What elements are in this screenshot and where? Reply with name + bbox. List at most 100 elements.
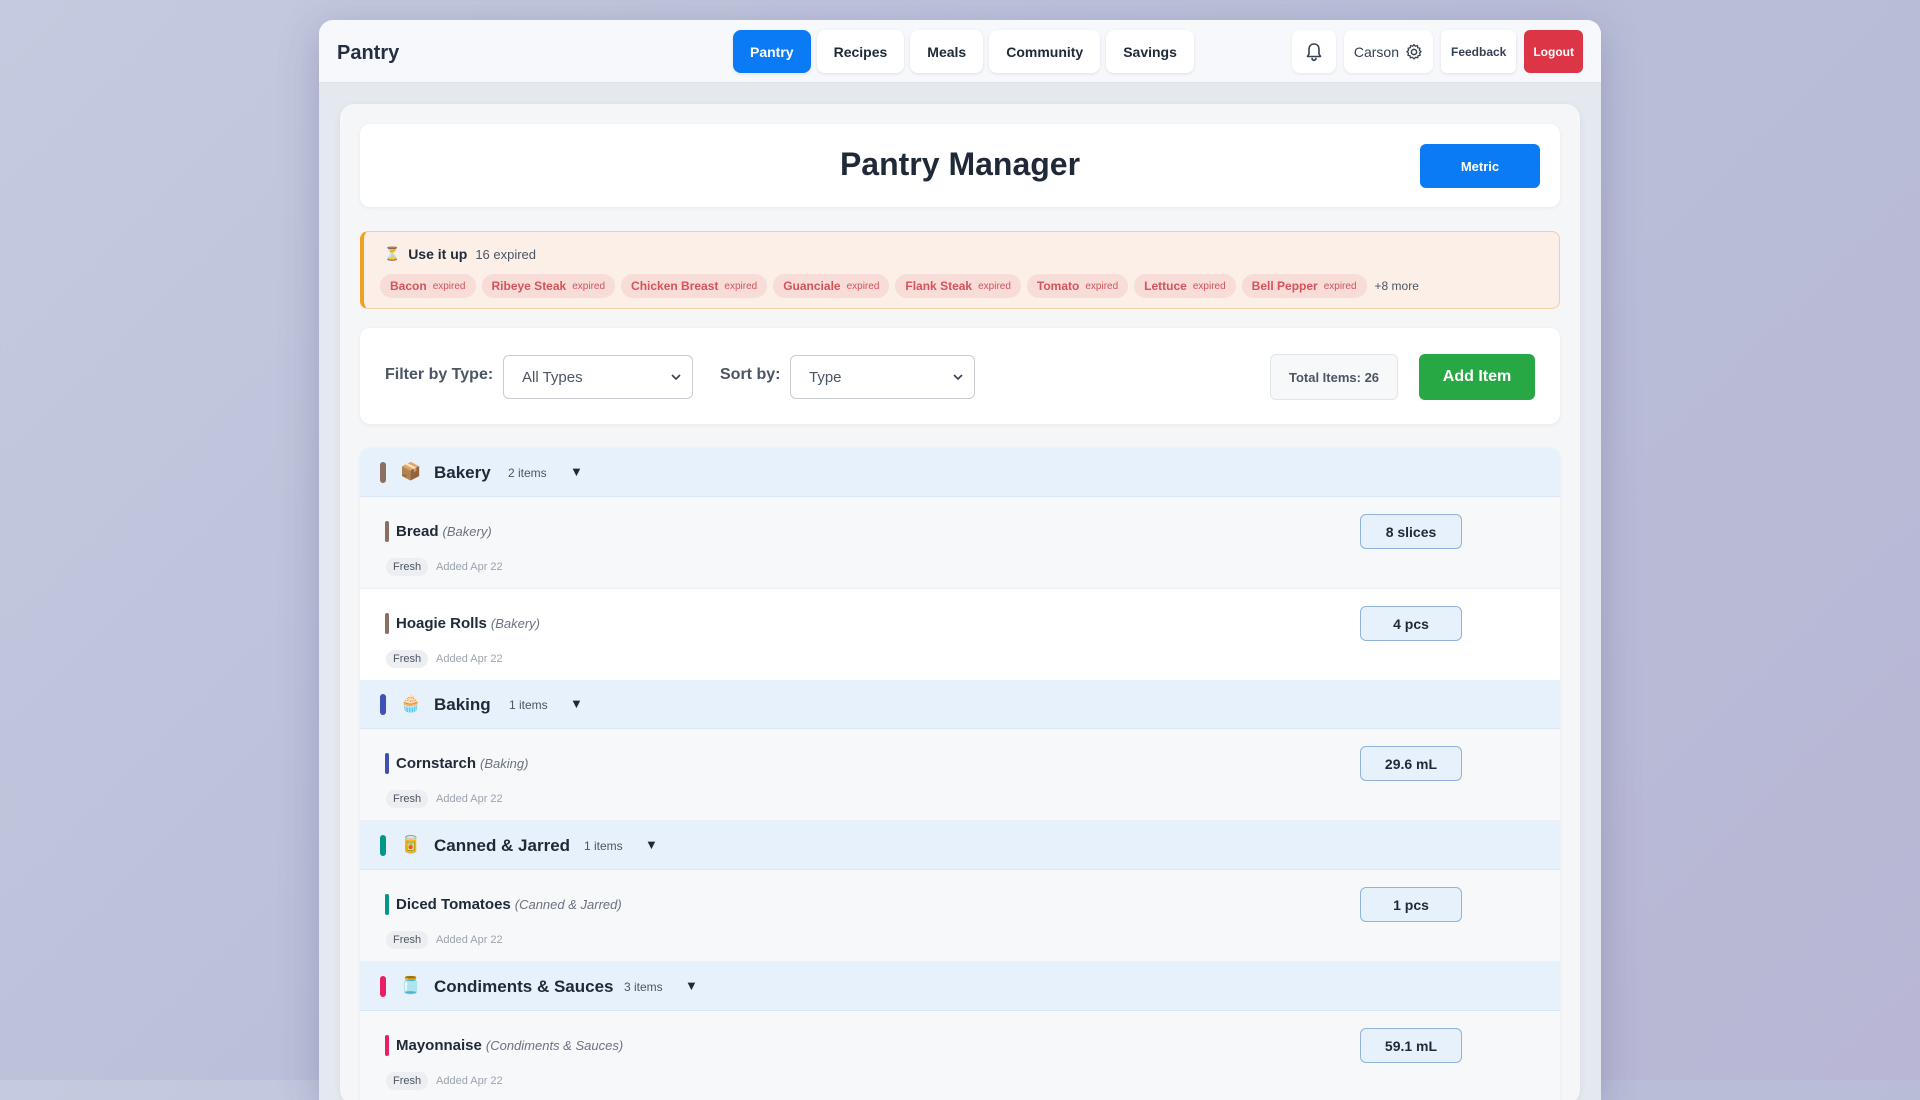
caret-down-icon[interactable]: ▼	[570, 696, 583, 711]
status-badge: Fresh	[386, 1072, 429, 1090]
tab-community[interactable]: Community	[989, 30, 1101, 73]
feedback-button[interactable]: Feedback	[1440, 30, 1517, 73]
top-navbar: Pantry Pantry Recipes Meals Community Sa…	[319, 20, 1601, 83]
metric-toggle-button[interactable]: Metric	[1420, 144, 1540, 188]
category-name: Canned & Jarred	[434, 836, 571, 855]
cupcake-icon: 🧁	[400, 694, 422, 713]
pantry-list: 📦 Bakery 2 items ▼ Bread (Bakery) Fresh A…	[360, 448, 1560, 1100]
main-content: Pantry Manager Metric ⏳ Use it up 16 exp…	[340, 104, 1580, 1100]
list-item[interactable]: Cornstarch (Baking) Fresh Added Apr 22 29…	[360, 729, 1560, 821]
category-name: Condiments & Sauces	[434, 977, 614, 996]
expired-chip[interactable]: Chicken Breast expired	[621, 274, 768, 298]
category-color-bar	[380, 694, 386, 715]
page-title: Pantry Manager	[839, 146, 1081, 182]
item-name: Diced Tomatoes (Canned & Jarred)	[396, 896, 622, 913]
status-badge: Fresh	[386, 558, 429, 576]
use-it-up-header: ⏳ Use it up 16 expired	[384, 246, 536, 262]
expired-chip[interactable]: Flank Steak expired	[895, 274, 1021, 298]
chevron-down-icon	[671, 374, 681, 381]
status-badge: Fresh	[386, 650, 429, 668]
list-item[interactable]: Diced Tomatoes (Canned & Jarred) Fresh Ad…	[360, 870, 1560, 962]
sort-label: Sort by:	[720, 366, 781, 383]
category-header-canned-jarred[interactable]: 🥫 Canned & Jarred 1 items ▼	[360, 821, 1560, 870]
quantity-badge[interactable]: 4 pcs	[1360, 606, 1462, 641]
item-color-bar	[385, 521, 389, 542]
filter-type-label: Filter by Type:	[385, 366, 494, 383]
category-count: 1 items	[509, 698, 548, 712]
use-it-up-title: Use it up	[408, 246, 468, 262]
notifications-button[interactable]	[1291, 30, 1336, 73]
category-color-bar	[380, 462, 386, 483]
tab-recipes[interactable]: Recipes	[816, 30, 905, 73]
expired-chip[interactable]: Tomato expired	[1026, 274, 1129, 298]
chevron-down-icon	[953, 374, 963, 381]
list-item[interactable]: Mayonnaise (Condiments & Sauces) Fresh Ad…	[360, 1011, 1560, 1100]
bell-icon	[1306, 42, 1322, 61]
category-count: 3 items	[624, 980, 663, 994]
category-header-bakery[interactable]: 📦 Bakery 2 items ▼	[360, 448, 1560, 497]
filter-type-value: All Types	[522, 368, 583, 386]
category-name: Bakery	[434, 463, 491, 482]
item-color-bar	[385, 894, 389, 915]
filter-bar: Filter by Type: All Types Sort by: Type …	[360, 328, 1560, 424]
quantity-badge[interactable]: 1 pcs	[1360, 887, 1462, 922]
item-color-bar	[385, 753, 389, 774]
item-color-bar	[385, 1035, 389, 1056]
item-name: Cornstarch (Baking)	[396, 755, 529, 772]
expired-chips: Bacon expired Ribeye Steak expired Chicken…	[380, 274, 1419, 298]
username-label: Carson	[1353, 43, 1399, 60]
expired-chip[interactable]: Lettuce expired	[1134, 274, 1236, 298]
category-count: 1 items	[584, 839, 623, 853]
list-item[interactable]: Hoagie Rolls (Bakery) Fresh Added Apr 22 …	[360, 589, 1560, 681]
user-menu-button[interactable]: Carson	[1343, 30, 1433, 73]
category-color-bar	[380, 835, 386, 856]
use-it-up-banner: ⏳ Use it up 16 expired Bacon expired Ribe…	[360, 231, 1560, 309]
tab-savings[interactable]: Savings	[1106, 30, 1194, 73]
hourglass-icon: ⏳	[384, 246, 401, 261]
item-name: Bread (Bakery)	[396, 523, 492, 540]
tab-meals[interactable]: Meals	[910, 30, 984, 73]
caret-down-icon[interactable]: ▼	[685, 978, 698, 993]
box-icon: 📦	[400, 462, 422, 481]
category-header-condiments-sauces[interactable]: 🫙 Condiments & Sauces 3 items ▼	[360, 962, 1560, 1011]
category-header-baking[interactable]: 🧁 Baking 1 items ▼	[360, 680, 1560, 729]
tab-pantry[interactable]: Pantry	[733, 30, 811, 73]
gear-icon	[1406, 43, 1422, 60]
logout-button[interactable]: Logout	[1524, 30, 1583, 73]
caret-down-icon[interactable]: ▼	[570, 464, 583, 479]
added-date: Added Apr 22	[436, 1075, 503, 1087]
filter-type-select[interactable]: All Types	[503, 355, 693, 399]
sort-select[interactable]: Type	[790, 355, 975, 399]
status-badge: Fresh	[386, 931, 429, 949]
list-item[interactable]: Bread (Bakery) Fresh Added Apr 22 8 slice…	[360, 497, 1560, 589]
quantity-badge[interactable]: 8 slices	[1360, 514, 1462, 549]
expired-chip[interactable]: Ribeye Steak expired	[481, 274, 616, 298]
category-name: Baking	[434, 695, 491, 714]
nav-tabs: Pantry Recipes Meals Community Savings	[733, 30, 1194, 73]
quantity-badge[interactable]: 59.1 mL	[1360, 1028, 1462, 1063]
added-date: Added Apr 22	[436, 934, 503, 946]
category-color-bar	[380, 976, 386, 997]
app-window: Pantry Pantry Recipes Meals Community Sa…	[319, 20, 1601, 1100]
quantity-badge[interactable]: 29.6 mL	[1360, 746, 1462, 781]
added-date: Added Apr 22	[436, 793, 503, 805]
caret-down-icon[interactable]: ▼	[645, 837, 658, 852]
item-name: Mayonnaise (Condiments & Sauces)	[396, 1037, 624, 1054]
expired-chip[interactable]: Guanciale expired	[773, 274, 890, 298]
more-expired-link[interactable]: +8 more	[1375, 279, 1419, 293]
header-card: Pantry Manager Metric	[360, 124, 1560, 207]
jar-icon: 🫙	[400, 976, 422, 995]
item-color-bar	[385, 613, 389, 634]
expired-count: 16 expired	[475, 246, 537, 262]
can-icon: 🥫	[400, 835, 422, 854]
nav-right: Carson Feedback Logout	[1291, 30, 1583, 73]
sort-value: Type	[809, 368, 842, 386]
added-date: Added Apr 22	[436, 653, 503, 665]
category-count: 2 items	[508, 466, 547, 480]
status-badge: Fresh	[386, 790, 429, 808]
expired-chip[interactable]: Bacon expired	[380, 274, 476, 298]
expired-chip[interactable]: Bell Pepper expired	[1241, 274, 1367, 298]
add-item-button[interactable]: Add Item	[1419, 354, 1535, 400]
brand-logo[interactable]: Pantry	[337, 42, 399, 65]
total-items-count: Total Items: 26	[1270, 354, 1398, 400]
